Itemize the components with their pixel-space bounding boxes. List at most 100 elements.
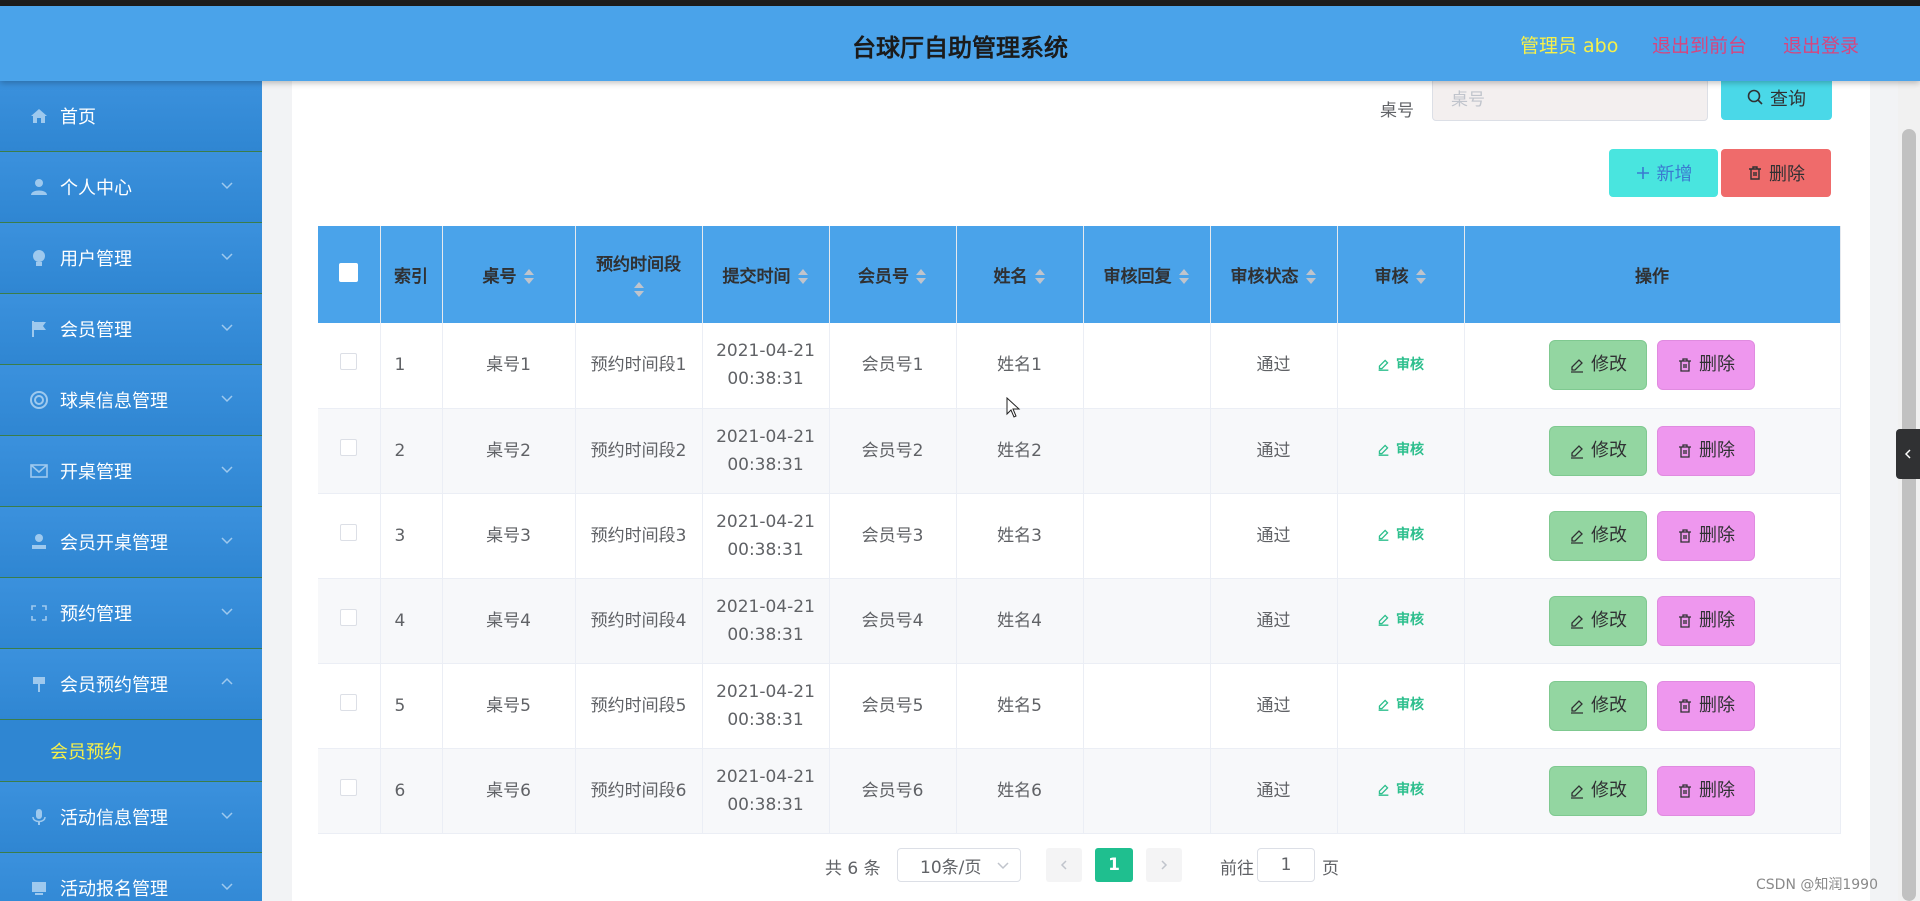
- collapse-panel-tab[interactable]: [1896, 429, 1920, 479]
- edit-button-label: 修改: [1591, 439, 1627, 461]
- row-checkbox[interactable]: [340, 608, 358, 626]
- sort-icon[interactable]: [633, 281, 645, 299]
- sidebar-item-activity-info-management[interactable]: 活动信息管理: [0, 782, 262, 853]
- delete-button[interactable]: 删除: [1657, 765, 1755, 816]
- edit-icon: [1571, 699, 1583, 714]
- sort-icon[interactable]: [1178, 268, 1190, 286]
- edit-button[interactable]: 修改: [1549, 765, 1647, 816]
- cell-table-no: 桌号3: [442, 493, 576, 579]
- search-label: 桌号: [1380, 101, 1414, 121]
- page-number-current[interactable]: 1: [1095, 848, 1133, 882]
- edit-icon: [1378, 699, 1389, 712]
- query-button[interactable]: 查询: [1721, 75, 1832, 120]
- row-checkbox[interactable]: [340, 523, 358, 541]
- column-header-name[interactable]: 姓名: [956, 226, 1084, 323]
- audit-link[interactable]: 审核: [1377, 776, 1424, 804]
- add-button[interactable]: 新增: [1609, 149, 1718, 197]
- audit-link[interactable]: 审核: [1377, 521, 1424, 549]
- row-checkbox[interactable]: [340, 778, 358, 796]
- exit-to-front-link[interactable]: 退出到前台: [1652, 31, 1747, 58]
- audit-link[interactable]: 审核: [1377, 351, 1424, 379]
- table-row: 6 桌号6 预约时间段6 2021-04-21 00:38:31 会员号6 姓名6 通过 审核 修…: [318, 748, 1841, 834]
- sort-icon[interactable]: [523, 268, 535, 286]
- cell-audit-status: 通过: [1210, 748, 1338, 834]
- column-header-label: 桌号: [482, 267, 517, 287]
- goto-page-input[interactable]: [1257, 848, 1315, 882]
- column-header-table-no[interactable]: 桌号: [442, 226, 576, 323]
- logout-link[interactable]: 退出登录: [1783, 31, 1859, 58]
- column-header-audit[interactable]: 审核: [1337, 226, 1465, 323]
- sort-icon[interactable]: [797, 268, 809, 286]
- next-page-button[interactable]: [1146, 848, 1182, 882]
- audit-link[interactable]: 审核: [1377, 691, 1424, 719]
- delete-button[interactable]: 删除: [1657, 595, 1755, 646]
- audit-link[interactable]: 审核: [1377, 606, 1424, 634]
- row-checkbox[interactable]: [340, 353, 358, 371]
- sort-icon[interactable]: [1415, 268, 1427, 286]
- row-checkbox[interactable]: [340, 693, 358, 711]
- batch-delete-button[interactable]: 删除: [1721, 149, 1831, 197]
- audit-link-label: 审核: [1396, 441, 1424, 458]
- vertical-scrollbar[interactable]: [1898, 81, 1920, 901]
- edit-button[interactable]: 修改: [1549, 510, 1647, 561]
- delete-button[interactable]: 删除: [1657, 340, 1755, 391]
- prev-page-button[interactable]: [1046, 848, 1082, 882]
- column-header-submit-time[interactable]: 提交时间: [702, 226, 830, 323]
- sidebar-menu: 首页 个人中心 用户管理 会员管理 球桌信息管理 开桌管理 会员开桌管理 预约管…: [0, 81, 262, 901]
- column-header-index: 索引: [380, 226, 443, 323]
- cell-submit-time: 2021-04-21 00:38:31: [702, 493, 830, 579]
- sidebar-item-reservation-management[interactable]: 预约管理: [0, 578, 262, 649]
- audit-link[interactable]: 审核: [1377, 436, 1424, 464]
- cell-operations: 修改 删除: [1464, 323, 1841, 409]
- cell-audit-status: 通过: [1210, 663, 1338, 749]
- sidebar-item-table-info-management[interactable]: 球桌信息管理: [0, 365, 262, 436]
- edit-button-label: 修改: [1591, 609, 1627, 631]
- column-header-slot[interactable]: 预约时间段: [575, 226, 703, 323]
- edit-button[interactable]: 修改: [1549, 425, 1647, 476]
- edit-button[interactable]: 修改: [1549, 340, 1647, 391]
- sidebar-item-activity-signup-management[interactable]: 活动报名管理: [0, 853, 262, 901]
- trash-icon: [1749, 166, 1761, 180]
- cell-index: 3: [380, 493, 443, 579]
- trash-icon: [1679, 528, 1691, 543]
- chevron-left-icon: [1060, 860, 1067, 870]
- sidebar-item-home[interactable]: 首页: [0, 81, 262, 152]
- page-size-select[interactable]: 10条/页: [897, 848, 1021, 882]
- table-number-search-input[interactable]: [1432, 78, 1708, 121]
- edit-button-label: 修改: [1591, 779, 1627, 801]
- edit-button[interactable]: 修改: [1549, 680, 1647, 731]
- edit-icon: [1571, 614, 1583, 629]
- sort-icon[interactable]: [915, 268, 927, 286]
- sort-icon[interactable]: [1305, 268, 1317, 286]
- delete-button[interactable]: 删除: [1657, 425, 1755, 476]
- sidebar-item-open-table-management[interactable]: 开桌管理: [0, 436, 262, 507]
- cell-index: 4: [380, 578, 443, 664]
- scrollbar-thumb[interactable]: [1902, 129, 1916, 901]
- cell-audit-reply: [1083, 748, 1211, 834]
- cell-operations: 修改 删除: [1464, 663, 1841, 749]
- sidebar-subitem-member-reservation[interactable]: 会员预约: [0, 720, 262, 782]
- column-header-audit-status[interactable]: 审核状态: [1210, 226, 1338, 323]
- row-checkbox[interactable]: [340, 438, 358, 456]
- sort-icon[interactable]: [1034, 268, 1046, 286]
- sidebar-item-member-reservation-management[interactable]: 会员预约管理: [0, 649, 262, 720]
- cell-table-no: 桌号5: [442, 663, 576, 749]
- chevron-right-icon: [1161, 860, 1168, 870]
- column-header-member-no[interactable]: 会员号: [829, 226, 957, 323]
- delete-button[interactable]: 删除: [1657, 510, 1755, 561]
- edit-button[interactable]: 修改: [1549, 595, 1647, 646]
- table-row: 2 桌号2 预约时间段2 2021-04-21 00:38:31 会员号2 姓名2 通过 审核 修…: [318, 408, 1841, 494]
- column-header-audit-reply[interactable]: 审核回复: [1083, 226, 1211, 323]
- cell-member-no: 会员号6: [829, 748, 957, 834]
- cell-operations: 修改 删除: [1464, 578, 1841, 664]
- sidebar-item-member-open-table-management[interactable]: 会员开桌管理: [0, 507, 262, 578]
- delete-button[interactable]: 删除: [1657, 680, 1755, 731]
- sidebar-item-personal-center[interactable]: 个人中心: [0, 152, 262, 223]
- select-all-header: [318, 226, 381, 323]
- chevron-down-icon: [221, 395, 233, 403]
- sidebar-item-member-management[interactable]: 会员管理: [0, 294, 262, 365]
- select-all-checkbox[interactable]: [339, 262, 359, 282]
- edit-icon: [1571, 529, 1583, 544]
- sidebar-item-user-management[interactable]: 用户管理: [0, 223, 262, 294]
- cell-name: 姓名1: [956, 323, 1084, 409]
